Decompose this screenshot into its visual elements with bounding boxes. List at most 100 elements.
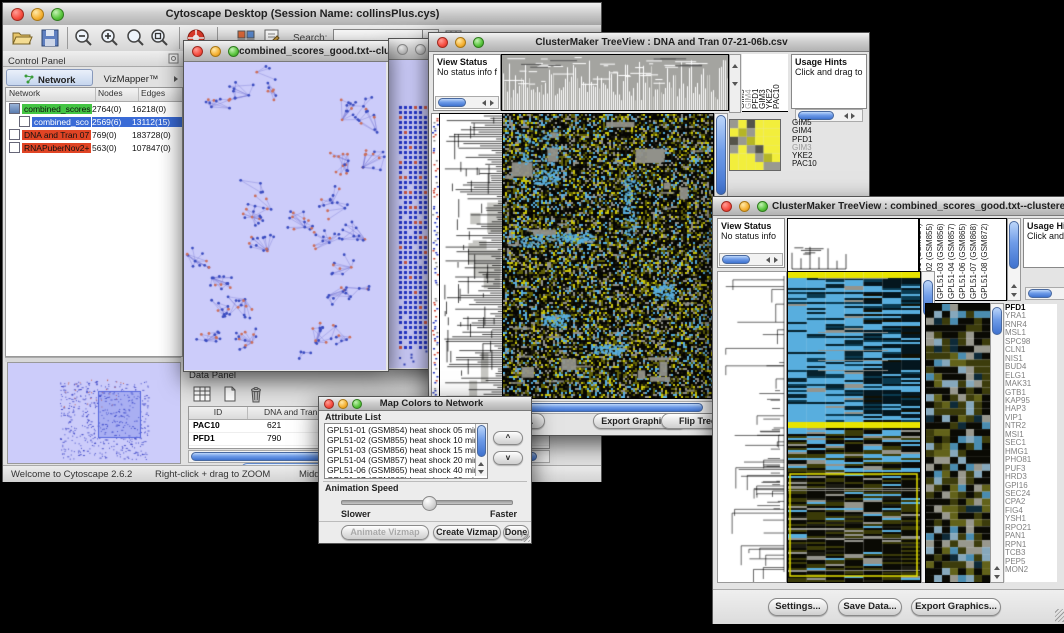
tv1-status-scrollbar[interactable]	[435, 96, 499, 109]
network-name: RNAPuberNov2+	[22, 143, 91, 153]
tab-vizmapper[interactable]: VizMapper™	[93, 69, 169, 84]
zoom-one-to-one-icon[interactable]	[125, 28, 147, 48]
zoom-selected-icon[interactable]	[149, 28, 171, 48]
network-table-row[interactable]: combined_scores2764(0)16218(0)	[6, 102, 182, 115]
attribute-list-item[interactable]: GPL51-04 (GSM857) heat shock 20 min	[327, 455, 485, 465]
close-icon[interactable]	[192, 46, 203, 57]
open-file-icon[interactable]	[11, 28, 33, 48]
attribute-list-item[interactable]: GPL51-01 (GSM854) heat shock 05 min	[327, 425, 485, 435]
tv2-column-label[interactable]: GPL51-07 (GSM868)	[969, 223, 978, 299]
attribute-list[interactable]: GPL51-01 (GSM854) heat shock 05 minGPL51…	[324, 423, 488, 479]
col-header-nodes[interactable]: Nodes	[96, 88, 139, 101]
tv2-collabel-vscrollbar[interactable]	[1007, 218, 1021, 301]
tv2-usage-scrollbar[interactable]	[1025, 287, 1064, 300]
tv1-zoom-matrix[interactable]	[729, 119, 781, 171]
close-icon[interactable]	[11, 8, 24, 21]
network-table-row[interactable]: RNAPuberNov2+563(0)107847(0)	[6, 141, 182, 154]
tv2-column-label[interactable]: GPL51-03 (GSM856)	[936, 223, 945, 299]
zoom-window-icon[interactable]	[51, 8, 64, 21]
network-window-title-bar[interactable]: combined_scores_good.txt--cluste...	[184, 41, 388, 62]
tv1-mini-arrows[interactable]	[729, 54, 741, 113]
network-tab-icon	[24, 74, 34, 84]
create-vizmap-button[interactable]: Create Vizmap	[433, 525, 501, 540]
move-up-button[interactable]: ^	[493, 431, 523, 445]
float-panel-icon[interactable]	[168, 53, 179, 64]
tv2-zoom-vscrollbar[interactable]	[990, 303, 1004, 583]
control-panel-title: Control Panel	[3, 56, 66, 67]
network-table-row[interactable]: combined_sco2569(6)13112(15)	[6, 115, 182, 128]
resize-grip[interactable]	[1055, 609, 1064, 622]
close-icon[interactable]	[324, 399, 334, 409]
close-icon[interactable]	[437, 37, 448, 48]
main-title-bar[interactable]: Cytoscape Desktop (Session Name: collins…	[3, 3, 601, 26]
attribute-list-item[interactable]: GPL51-06 (GSM865) heat shock 40 min	[327, 465, 485, 475]
tv1-heatmap[interactable]	[502, 113, 714, 399]
minimize-icon[interactable]	[31, 8, 44, 21]
animation-speed-slider[interactable]	[341, 500, 513, 505]
birdseye-overview-canvas[interactable]	[7, 362, 181, 464]
tv1-row-dendrogram[interactable]	[439, 113, 503, 399]
slider-faster-label: Faster	[490, 509, 517, 519]
tv2-zoom-heatmap[interactable]	[925, 303, 991, 583]
col-header-edges[interactable]: Edges	[139, 88, 182, 101]
tv1-row-label[interactable]: PAC10	[792, 160, 852, 168]
network-table-row[interactable]: DNA and Tran 07769(0)183728(0)	[6, 128, 182, 141]
minimize-icon[interactable]	[455, 37, 466, 48]
zoom-window-icon[interactable]	[757, 201, 768, 212]
tv1-column-label[interactable]: PAC10	[772, 84, 781, 109]
tab-overflow-button[interactable]	[170, 69, 182, 84]
tv2-column-label[interactable]: GPL51-06 (GSM865)	[958, 223, 967, 299]
slider-thumb[interactable]	[422, 496, 437, 511]
folder-icon	[9, 103, 20, 114]
tv2-button-export-graphics-[interactable]: Export Graphics...	[911, 598, 1001, 616]
minimize-icon[interactable]	[415, 44, 426, 55]
tab-network[interactable]: Network	[6, 69, 93, 86]
close-icon[interactable]	[721, 201, 732, 212]
save-session-icon[interactable]	[39, 28, 61, 48]
attribute-list-item[interactable]: GPL51-07 (GSM868) heat shock 60 min	[327, 475, 485, 479]
minimize-icon[interactable]	[739, 201, 750, 212]
tv1-column-dendrogram[interactable]	[501, 54, 729, 111]
animate-vizmap-button[interactable]: Animate Vizmap	[341, 525, 429, 540]
resize-grip[interactable]	[521, 533, 530, 542]
tv2-heatmap[interactable]	[787, 271, 921, 583]
move-down-button[interactable]: v	[493, 451, 523, 465]
tv2-usage-text: Click and	[1027, 231, 1064, 241]
tv2-button-save-data-[interactable]: Save Data...	[838, 598, 902, 616]
attribute-list-label: Attribute List	[325, 412, 381, 422]
data-table-icon[interactable]	[192, 385, 212, 403]
node-count: 769(0)	[92, 130, 132, 140]
zoom-window-icon[interactable]	[228, 46, 239, 57]
col-header-network[interactable]: Network	[6, 88, 96, 101]
tv2-column-label[interactable]: GPL51-08 (GSM872)	[980, 223, 989, 299]
network-name: DNA and Tran 07	[22, 130, 91, 140]
zoom-in-icon[interactable]	[99, 28, 121, 48]
zoom-out-icon[interactable]	[73, 28, 95, 48]
attribute-list-item[interactable]: GPL51-02 (GSM855) heat shock 10 min	[327, 435, 485, 445]
attribute-list-vscrollbar[interactable]	[475, 424, 487, 476]
treeview2-title-bar[interactable]: ClusterMaker TreeView : combined_scores_…	[713, 197, 1064, 216]
minimize-icon[interactable]	[210, 46, 221, 57]
tv2-button-bar: Settings... Save Data... Export Graphics..…	[713, 589, 1064, 624]
tv2-button-settings-[interactable]: Settings...	[768, 598, 828, 616]
tv2-row-dendrogram[interactable]	[717, 271, 787, 583]
tv1-view-status-title: View Status	[437, 57, 487, 67]
attribute-list-item[interactable]: GPL51-03 (GSM856) heat shock 15 min	[327, 445, 485, 455]
close-icon[interactable]	[397, 44, 408, 55]
tv2-column-dendrogram[interactable]	[787, 218, 919, 272]
gene-label[interactable]: MON2	[1005, 566, 1057, 574]
tv2-column-label[interactable]: GPL51-04 (GSM857)	[947, 223, 956, 299]
treeview1-title: ClusterMaker TreeView : DNA and Tran 07-…	[484, 37, 869, 48]
new-attribute-icon[interactable]	[220, 385, 240, 403]
dialog-title-bar[interactable]: Map Colors to Network	[319, 397, 531, 411]
window-controls[interactable]	[3, 8, 64, 21]
animation-speed-label: Animation Speed	[325, 483, 399, 493]
tv2-status-scrollbar[interactable]	[719, 253, 783, 266]
attr-col-id[interactable]: ID	[189, 407, 248, 419]
delete-attribute-trash-icon[interactable]	[246, 384, 266, 404]
treeview1-title-bar[interactable]: ClusterMaker TreeView : DNA and Tran 07-…	[429, 33, 869, 52]
network-canvas[interactable]	[184, 62, 386, 370]
zoom-window-icon[interactable]	[473, 37, 484, 48]
minimize-icon[interactable]	[338, 399, 348, 409]
zoom-window-icon[interactable]	[352, 399, 362, 409]
